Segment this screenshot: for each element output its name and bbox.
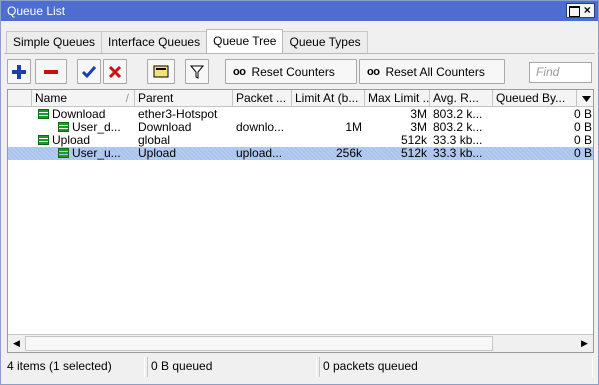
maximize-icon[interactable]: [567, 4, 581, 17]
reset-counters-label: Reset Counters: [251, 64, 335, 79]
cell-max-limit: 3M: [410, 108, 427, 121]
counter-icon: oo: [233, 65, 246, 78]
scroll-right-icon[interactable]: ▶: [576, 335, 593, 352]
tab-simple-queues[interactable]: Simple Queues: [6, 31, 103, 53]
scroll-left-icon[interactable]: ◀: [8, 335, 25, 352]
find-input[interactable]: Find: [529, 62, 592, 83]
status-bar: 4 items (1 selected) 0 B queued 0 packet…: [4, 357, 595, 379]
table-row[interactable]: User_u... Upload upload... 256k 512k 33.3 kb.…: [8, 147, 593, 160]
cell-max-limit: 512k: [400, 134, 427, 147]
cell-name: User_d...: [55, 121, 135, 134]
comment-button[interactable]: [147, 59, 175, 84]
cell-packet: upload...: [236, 147, 283, 160]
status-item-count: 4 items (1 selected): [4, 357, 145, 377]
table-header: Name / Parent Packet ... Limit At (b... …: [8, 90, 593, 107]
status-packets-queued: 0 packets queued: [319, 357, 593, 377]
cell-avg-rate: 33.3 kb...: [433, 134, 483, 147]
close-icon[interactable]: ×: [581, 4, 595, 17]
column-queued-bytes[interactable]: Queued By...: [493, 90, 577, 107]
cell-queued: 0 B: [573, 108, 592, 121]
chevron-down-icon: [581, 96, 591, 102]
column-parent[interactable]: Parent: [135, 90, 233, 107]
cell-limit-at: 256k: [335, 147, 362, 160]
column-menu-button[interactable]: [577, 90, 593, 107]
add-button[interactable]: [7, 59, 31, 84]
cell-avg-rate: 803.2 k...: [433, 108, 483, 121]
cell-name: Download: [35, 108, 135, 121]
tab-queue-tree[interactable]: Queue Tree: [206, 29, 284, 53]
column-avg-rate[interactable]: Avg. R...: [430, 90, 493, 107]
queue-list-window: Queue List × Simple Queues Interface Que…: [0, 0, 599, 385]
cell-packet: [233, 134, 292, 147]
cell-max-limit: 3M: [410, 121, 427, 134]
tab-interface-queues[interactable]: Interface Queues: [101, 31, 208, 53]
cell-packet: [233, 108, 292, 121]
queue-icon: [58, 122, 69, 132]
column-max-limit[interactable]: Max Limit ...: [365, 90, 430, 107]
cell-parent: ether3-Hotspot: [138, 108, 218, 121]
cell-name: Upload: [35, 134, 135, 147]
scrollbar-thumb[interactable]: [25, 336, 493, 351]
cell-max-limit: 512k: [400, 147, 427, 160]
queue-icon: [38, 135, 49, 145]
column-packet-marks[interactable]: Packet ...: [233, 90, 292, 107]
table-row[interactable]: Upload global 512k 33.3 kb... 0 B: [8, 134, 593, 147]
header-gutter: [8, 90, 32, 107]
title-bar[interactable]: Queue List ×: [1, 1, 598, 21]
toolbar: oo Reset Counters oo Reset All Counters …: [7, 59, 592, 87]
reset-all-counters-button[interactable]: oo Reset All Counters: [359, 59, 505, 84]
window-controls: ×: [566, 3, 595, 18]
queue-icon: [58, 148, 69, 158]
cell-packet: downlo...: [236, 121, 285, 134]
remove-button[interactable]: [35, 59, 67, 84]
cell-avg-rate: 803.2 k...: [433, 121, 483, 134]
filter-button[interactable]: [185, 59, 209, 84]
disable-button[interactable]: [103, 59, 127, 84]
horizontal-scrollbar[interactable]: ◀ ▶: [8, 334, 593, 352]
cell-queued: 0 B: [573, 121, 592, 134]
cell-parent: Download: [138, 121, 192, 134]
queue-icon: [38, 109, 49, 119]
cell-limit-at: [292, 134, 365, 147]
counter-icon: oo: [367, 65, 380, 78]
column-name[interactable]: Name /: [32, 90, 135, 107]
cell-name: User_u...: [55, 147, 135, 160]
reset-counters-button[interactable]: oo Reset Counters: [225, 59, 357, 84]
filter-icon: [190, 65, 204, 79]
table-row[interactable]: User_d... Download downlo... 1M 3M 803.2 k...…: [8, 121, 593, 134]
check-icon: [82, 65, 96, 78]
comment-icon: [153, 65, 169, 78]
minus-icon: [44, 69, 58, 74]
plus-icon: [12, 64, 26, 79]
window-title: Queue List: [7, 4, 66, 18]
status-queued-bytes: 0 B queued: [147, 357, 317, 377]
cell-parent: Upload: [138, 147, 177, 160]
reset-all-counters-label: Reset All Counters: [385, 64, 485, 79]
cell-queued: 0 B: [573, 147, 592, 160]
cell-limit-at: 1M: [345, 121, 362, 134]
x-icon: [108, 65, 122, 78]
column-limit-at[interactable]: Limit At (b...: [292, 90, 365, 107]
enable-button[interactable]: [77, 59, 101, 84]
table-row[interactable]: Download ether3-Hotspot 3M 803.2 k... 0 B: [8, 108, 593, 121]
cell-limit-at: [292, 108, 365, 121]
tab-bar: Simple Queues Interface Queues Queue Tre…: [6, 29, 368, 53]
queue-tree-table: Name / Parent Packet ... Limit At (b... …: [7, 89, 594, 353]
sort-indicator: /: [125, 91, 129, 105]
cell-parent: global: [138, 134, 171, 147]
tab-queue-types[interactable]: Queue Types: [282, 31, 368, 53]
cell-queued: 0 B: [573, 134, 592, 147]
cell-avg-rate: 33.3 kb...: [433, 147, 483, 160]
tab-divider: [4, 53, 595, 54]
